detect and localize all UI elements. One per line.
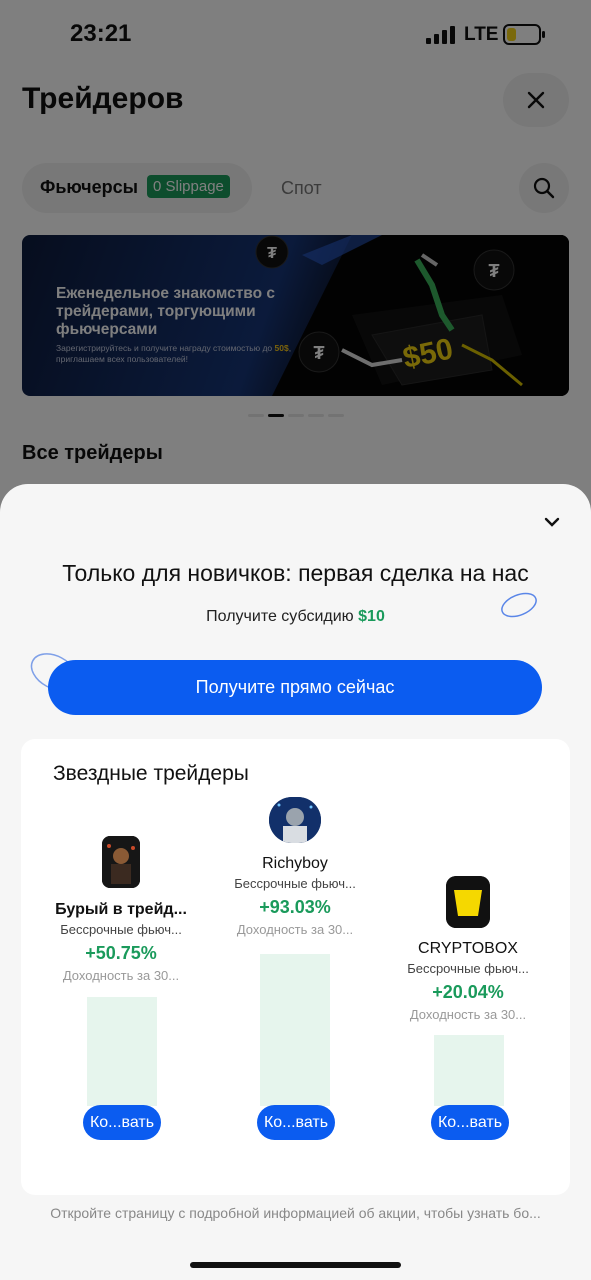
trader-return: +93.03%	[259, 897, 331, 917]
avatar	[269, 797, 321, 843]
home-indicator[interactable]	[190, 1262, 401, 1268]
star-traders-card: Звездные трейдеры Бурый в трейд... Бесср…	[21, 739, 570, 1195]
trader-return: +20.04%	[432, 982, 504, 1002]
trader-name: Richyboy	[262, 855, 328, 872]
subsidy-text: Получите субсидию $10	[206, 608, 385, 625]
trader-name: Бурый в трейд...	[55, 901, 187, 918]
trader-return-label: Доходность за 30...	[409, 1007, 527, 1022]
copy-button[interactable]: Ко...вать	[257, 1105, 335, 1140]
trader-item-2[interactable]: Richyboy Бессрочные фьюч... +93.03% Дохо…	[210, 797, 380, 937]
trader-return-label: Доходность за 30...	[62, 968, 180, 983]
chevron-down-icon[interactable]	[543, 516, 561, 528]
copy-button[interactable]: Ко...вать	[83, 1105, 161, 1140]
trader-type: Бессрочные фьюч...	[407, 961, 529, 976]
trader-bar	[260, 954, 330, 1106]
trader-return-label: Доходность за 30...	[236, 922, 354, 937]
trader-type: Бессрочные фьюч...	[60, 922, 182, 937]
get-now-button[interactable]: Получите прямо сейчас	[48, 660, 542, 715]
trader-bar	[87, 997, 157, 1106]
sheet-title: Только для новичков: первая сделка на на…	[62, 560, 529, 586]
avatar	[446, 876, 490, 928]
copy-button[interactable]: Ко...вать	[431, 1105, 509, 1140]
trader-item-3[interactable]: CRYPTOBOX Бессрочные фьюч... +20.04% Дох…	[383, 876, 553, 1022]
trader-type: Бессрочные фьюч...	[234, 876, 356, 891]
trader-name: CRYPTOBOX	[418, 940, 518, 957]
card-title: Звездные трейдеры	[53, 762, 249, 785]
trader-return: +50.75%	[85, 943, 157, 963]
trader-item-1[interactable]: Бурый в трейд... Бессрочные фьюч... +50.…	[36, 836, 206, 983]
trader-bar	[434, 1035, 504, 1106]
avatar	[102, 836, 140, 888]
promo-footer-text[interactable]: Откройте страницу с подробной информацие…	[0, 1205, 591, 1221]
bottom-sheet: Только для новичков: первая сделка на на…	[0, 484, 591, 1280]
